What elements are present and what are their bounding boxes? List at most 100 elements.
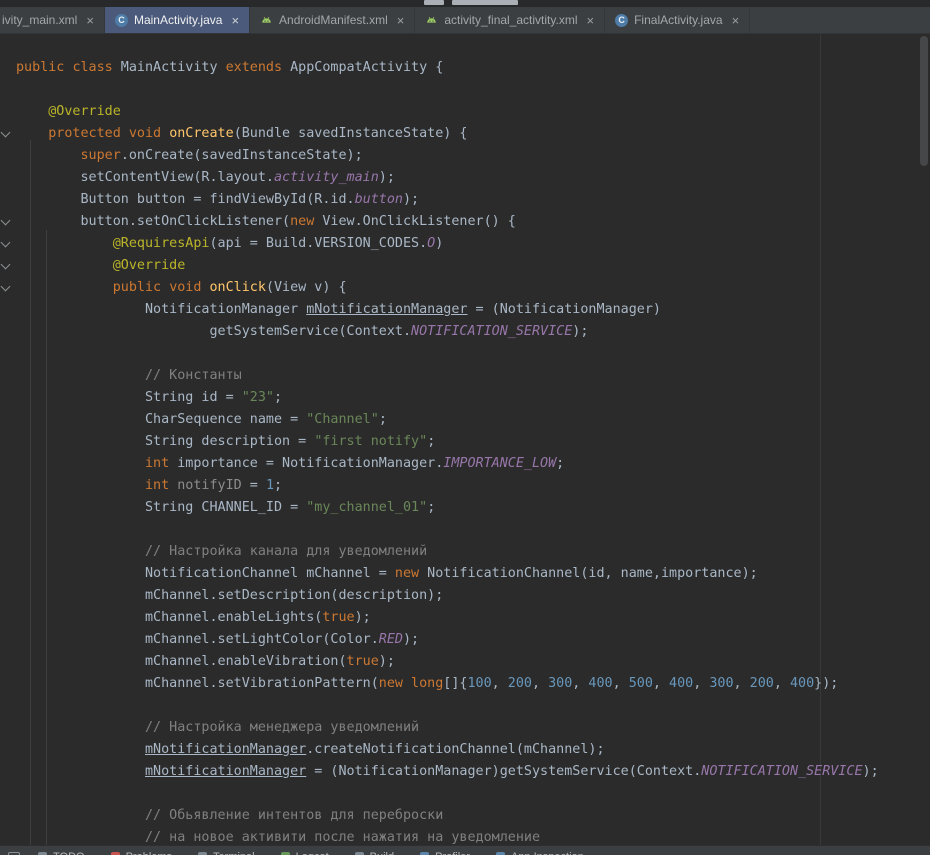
code-token: @Override (113, 258, 186, 273)
code-token: onClick (210, 280, 266, 295)
code-token: new (290, 214, 314, 229)
code-line[interactable]: NotificationChannel mChannel = new Notif… (16, 563, 930, 585)
tab-label: activity_final_activtity.xml (444, 13, 577, 27)
code-line[interactable]: mNotificationManager.createNotificationC… (16, 739, 930, 761)
code-token: @RequiresApi (113, 236, 210, 251)
code-token: int (145, 478, 169, 493)
android-icon (425, 14, 438, 27)
code-token: extends (226, 60, 282, 75)
code-line[interactable]: mChannel.setLightColor(Color.RED); (16, 629, 930, 651)
code-line[interactable]: CharSequence name = "Channel"; (16, 409, 930, 431)
code-line[interactable]: // Настройка канала для уведомлений (16, 541, 930, 563)
code-line[interactable] (16, 519, 930, 541)
code-line[interactable]: getSystemService(Context.NOTIFICATION_SE… (16, 321, 930, 343)
code-token: , (693, 676, 709, 691)
code-line[interactable]: int notifyID = 1; (16, 475, 930, 497)
code-token: MainActivity (113, 60, 226, 75)
code-line[interactable]: // Настройка менеджера уведомлений (16, 717, 930, 739)
code-token: int (145, 456, 169, 471)
code-line[interactable]: @RequiresApi(api = Build.VERSION_CODES.O… (16, 233, 930, 255)
code-token: = (NotificationManager) (468, 302, 661, 317)
code-line[interactable]: // Обьявление интентов для переброски (16, 805, 930, 827)
fold-marker-icon[interactable] (1, 216, 11, 226)
code-line[interactable]: mChannel.setVibrationPattern(new long[]{… (16, 673, 930, 695)
code-editor[interactable]: public class MainActivity extends AppCom… (0, 34, 930, 845)
code-token: true (347, 654, 379, 669)
code-line[interactable]: button.setOnClickListener(new View.OnCli… (16, 211, 930, 233)
statusbar-item-todo[interactable]: TODO (38, 851, 85, 855)
tab-AndroidManifest.xml[interactable]: AndroidManifest.xml × (250, 7, 415, 33)
code-token: button.setOnClickListener( (81, 214, 291, 229)
code-token: activity_main (274, 170, 379, 185)
code-token: (Bundle savedInstanceState) { (234, 126, 468, 141)
code-line[interactable] (16, 695, 930, 717)
code-line[interactable] (16, 783, 930, 805)
tab-MainActivity.java[interactable]: CMainActivity.java× (105, 7, 250, 33)
code-token: new (395, 566, 419, 581)
code-line[interactable]: @Override (16, 255, 930, 277)
code-token: mChannel.setVibrationPattern( (145, 676, 379, 691)
code-line[interactable]: String description = "first notify"; (16, 431, 930, 453)
java-class-icon: C (615, 14, 628, 27)
close-icon[interactable]: × (587, 14, 595, 27)
code-line[interactable]: int importance = NotificationManager.IMP… (16, 453, 930, 475)
close-icon[interactable]: × (86, 14, 94, 27)
statusbar-item-logcat[interactable]: Logcat (281, 851, 329, 855)
code-line[interactable]: mChannel.setDescription(description); (16, 585, 930, 607)
fold-marker-icon[interactable] (1, 238, 11, 248)
code-line[interactable]: String CHANNEL_ID = "my_channel_01"; (16, 497, 930, 519)
toolbar-button-remnant[interactable] (452, 0, 518, 5)
code-line[interactable] (16, 343, 930, 365)
code-line[interactable]: mChannel.enableLights(true); (16, 607, 930, 629)
code-token: mNotificationManager (145, 764, 306, 779)
code-line[interactable]: public void onClick(View v) { (16, 277, 930, 299)
code-line[interactable]: @Override (16, 101, 930, 123)
android-icon (260, 14, 273, 27)
code-line[interactable] (16, 79, 930, 101)
code-token: String id = (145, 390, 242, 405)
code-token: "my_channel_01" (306, 500, 427, 515)
fold-marker-icon[interactable] (1, 128, 11, 138)
code-token: // на новое активити после нажатия на ув… (145, 830, 540, 845)
fold-marker-icon[interactable] (1, 282, 11, 292)
code-line[interactable]: setContentView(R.layout.activity_main); (16, 167, 930, 189)
statusbar-item-profiler[interactable]: Profiler (420, 851, 470, 855)
code-token: = (242, 478, 266, 493)
code-area[interactable]: public class MainActivity extends AppCom… (0, 34, 930, 845)
code-token: NotificationChannel(id, name,importance)… (419, 566, 758, 581)
code-line[interactable]: Button button = findViewById(R.id.button… (16, 189, 930, 211)
code-token: 100 (467, 676, 491, 691)
tab-ivity_main.xml[interactable]: ivity_main.xml × (0, 7, 105, 33)
code-line[interactable]: protected void onCreate(Bundle savedInst… (16, 123, 930, 145)
status-bar: TODO Problems Terminal Logcat Build Profiler A… (0, 845, 930, 855)
close-icon[interactable]: × (732, 14, 740, 27)
statusbar-item-build[interactable]: Build (355, 851, 394, 855)
code-token: "23" (242, 390, 274, 405)
fold-marker-icon[interactable] (1, 260, 11, 270)
code-line[interactable]: mChannel.enableVibration(true); (16, 651, 930, 673)
code-line[interactable]: mNotificationManager = (NotificationMana… (16, 761, 930, 783)
tab-label: FinalActivity.java (634, 13, 722, 27)
tab-label: ivity_main.xml (2, 13, 77, 27)
code-token: mChannel.enableVibration( (145, 654, 347, 669)
code-line[interactable]: String id = "23"; (16, 387, 930, 409)
code-line[interactable]: // на новое активити после нажатия на ув… (16, 827, 930, 845)
android-studio-window: ivity_main.xml×CMainActivity.java×Androi… (0, 0, 930, 855)
close-icon[interactable]: × (231, 14, 239, 27)
tab-activity_final_activtity.xml[interactable]: activity_final_activtity.xml × (415, 7, 605, 33)
code-line[interactable]: // Константы (16, 365, 930, 387)
code-token: NotificationChannel mChannel = (145, 566, 395, 581)
code-line[interactable]: NotificationManager mNotificationManager… (16, 299, 930, 321)
statusbar-item-app-inspection[interactable]: App Inspection (496, 851, 584, 855)
statusbar-item-problems[interactable]: Problems (111, 851, 172, 855)
scrollbar-thumb[interactable] (920, 36, 928, 166)
statusbar-item-terminal[interactable]: Terminal (198, 851, 255, 855)
code-token (121, 126, 129, 141)
tab-label: AndroidManifest.xml (279, 13, 388, 27)
code-line[interactable]: super.onCreate(savedInstanceState); (16, 145, 930, 167)
toolbar-button-remnant[interactable] (424, 0, 444, 5)
code-token: protected (48, 126, 121, 141)
tab-FinalActivity.java[interactable]: C FinalActivity.java × (605, 7, 750, 33)
code-line[interactable]: public class MainActivity extends AppCom… (16, 57, 930, 79)
close-icon[interactable]: × (397, 14, 405, 27)
